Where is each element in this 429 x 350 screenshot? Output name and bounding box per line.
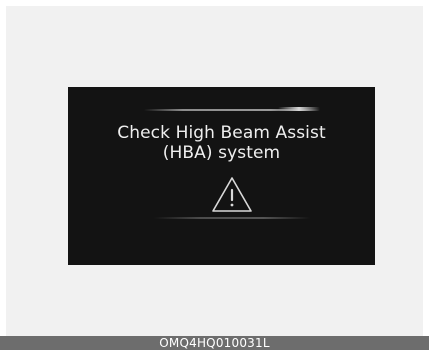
bottom-reflection-line: [154, 217, 310, 219]
figure-frame: Check High Beam Assist (HBA) system: [6, 6, 423, 336]
cluster-display: Check High Beam Assist (HBA) system: [68, 87, 375, 265]
warning-message-line1: Check High Beam Assist: [117, 123, 326, 143]
warning-triangle-icon: [212, 177, 252, 212]
warning-message-line2: (HBA) system: [162, 143, 281, 163]
warning-message: Check High Beam Assist (HBA) system: [68, 123, 375, 163]
image-code-caption: OMQ4HQ010031L: [159, 336, 270, 350]
caption-bar: OMQ4HQ010031L: [0, 336, 429, 350]
top-glint: [278, 107, 320, 111]
